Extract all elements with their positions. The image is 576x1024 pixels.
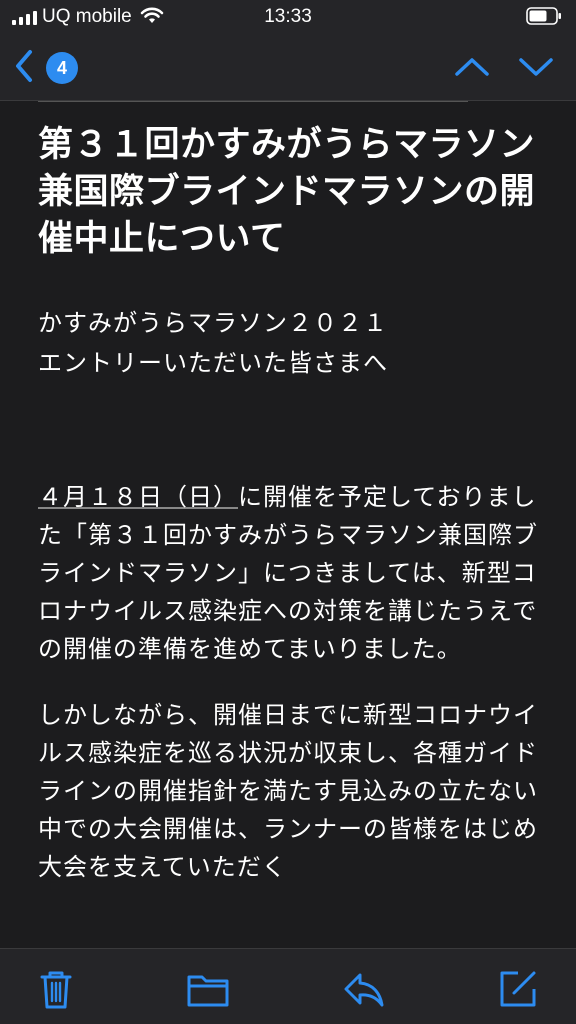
email-paragraph-2: しかしながら、開催日までに新型コロナウイルス感染症を巡る状況が収束し、各種ガイド… xyxy=(38,701,538,881)
folder-icon[interactable] xyxy=(186,967,230,1011)
bottom-toolbar xyxy=(0,948,576,1024)
mail-screen: UQ mobile 13:33 4 第３１回かすみがうらマラソン兼国際ブラインド… xyxy=(0,0,576,1024)
back-chevron-icon[interactable] xyxy=(10,46,38,86)
divider xyxy=(38,101,468,102)
greeting-line-1: かすみがうらマラソン２０２１ xyxy=(38,309,388,337)
greeting-line-2: エントリーいただいた皆さまへ xyxy=(38,349,388,377)
reply-icon[interactable] xyxy=(342,967,386,1011)
battery-icon xyxy=(526,7,561,25)
next-message-chevron-down-icon[interactable] xyxy=(518,52,554,82)
status-time: 13:33 xyxy=(264,6,312,27)
email-body[interactable]: 第３１回かすみがうらマラソン兼国際ブラインドマラソンの開催中止について かすみが… xyxy=(0,101,576,948)
nav-bar: 4 xyxy=(0,34,576,101)
compose-icon[interactable] xyxy=(496,967,540,1011)
email-paragraph-1: ４月１８日（日）に開催を予定しておりました「第３１回かすみがうらマラソン兼国際ブ… xyxy=(38,478,538,668)
event-date-link[interactable]: ４月１８日（日） xyxy=(38,483,238,511)
unread-count-badge[interactable]: 4 xyxy=(46,52,78,84)
email-title: 第３１回かすみがうらマラソン兼国際ブラインドマラソンの開催中止について xyxy=(38,125,536,259)
email-greeting: かすみがうらマラソン２０２１ エントリーいただいた皆さまへ xyxy=(38,303,538,383)
status-bar: UQ mobile 13:33 xyxy=(0,0,576,34)
trash-icon[interactable] xyxy=(34,967,78,1011)
previous-message-chevron-up-icon[interactable] xyxy=(454,52,490,82)
